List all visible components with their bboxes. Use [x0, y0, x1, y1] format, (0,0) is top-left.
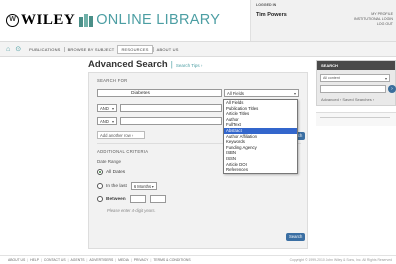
advanced-search-title: Advanced Search: [88, 59, 168, 70]
footer-media[interactable]: MEDIA: [116, 258, 131, 262]
add-another-row-button[interactable]: Add another row ›: [97, 131, 145, 139]
footer-terms[interactable]: TERMS & CONDITIONS: [151, 258, 192, 262]
radio-all-dates[interactable]: [97, 169, 103, 175]
search-scope-value: All content: [323, 76, 340, 80]
title-separator: |: [170, 60, 173, 69]
sidebar-search-links: Advanced › Saved Searches ›: [321, 97, 374, 102]
between-label: Between: [106, 196, 126, 202]
chevron-down-icon: ▾: [111, 106, 114, 111]
user-name: Tim Powers: [256, 12, 287, 18]
chevron-down-icon: ▾: [293, 91, 296, 96]
search-term-input-3[interactable]: [120, 117, 222, 125]
account-panel: LOGGED IN Tim Powers MY PROFILE INSTITUT…: [250, 0, 396, 41]
nav-publications[interactable]: PUBLICATIONS: [26, 47, 63, 52]
wiley-seal-icon: W: [6, 13, 19, 27]
operator-select-2[interactable]: AND ▾: [97, 104, 117, 112]
online-library-wordmark: ONLINE LIBRARY: [96, 12, 221, 28]
start-year-input[interactable]: [129, 195, 146, 203]
all-dates-option[interactable]: All Dates: [97, 169, 125, 175]
footer-help[interactable]: HELP: [28, 258, 41, 262]
field-dropdown-list: All Fields Publication Titles Article Ti…: [223, 99, 298, 174]
page-title: Advanced Search | Search Tips ›: [88, 59, 202, 70]
field-select-1[interactable]: All Fields ▾: [224, 89, 299, 97]
end-year-input[interactable]: [149, 195, 166, 203]
nav-browse-by-subject[interactable]: BROWSE BY SUBJECT: [63, 46, 118, 52]
operator-value: AND: [100, 119, 109, 124]
between-option[interactable]: Between: [97, 195, 166, 203]
main-nav: ⌂ ⊙ PUBLICATIONS BROWSE BY SUBJECT RESOU…: [0, 41, 396, 57]
sidebar-search-panel: SEARCH All content ▾ › Advanced › Saved …: [316, 60, 396, 106]
operator-value: AND: [100, 106, 109, 111]
wiley-wordmark: WILEY: [21, 11, 76, 28]
sidebar-search-heading: SEARCH: [317, 61, 395, 70]
footer: ABOUT US | HELP | CONTACT US | AGENTS | ADVE…: [0, 255, 396, 264]
sidebar-divider: [316, 112, 396, 126]
field-select-value: All Fields: [227, 91, 244, 96]
footer-advertisers[interactable]: ADVERTISERS: [87, 258, 115, 262]
search-term-input-2[interactable]: [120, 104, 222, 112]
search-for-heading: SEARCH FOR: [97, 78, 128, 83]
app-root: { "brand": { "seal_label": "W", "wiley_l…: [0, 0, 396, 264]
search-term-input-1[interactable]: Diabetes: [97, 89, 222, 97]
footer-contact-us[interactable]: CONTACT US: [42, 258, 68, 262]
nav-about-us[interactable]: ABOUT US: [152, 46, 182, 52]
copyright-text: Copyright © 1999-2010 John Wiley & Sons,…: [289, 258, 392, 262]
operator-select-3[interactable]: AND ▾: [97, 117, 117, 125]
search-scope-select[interactable]: All content ▾: [320, 74, 390, 82]
account-links: MY PROFILE INSTITUTIONAL LOGIN LOG OUT: [354, 12, 393, 27]
chevron-down-icon: ▾: [111, 119, 114, 124]
link-arrow: ›: [372, 97, 375, 102]
library-books-icon: [79, 13, 94, 27]
back-icon[interactable]: ⊙: [15, 46, 21, 53]
bottom-search-button[interactable]: Search: [286, 233, 306, 241]
wiley-online-library-logo[interactable]: W WILEY ONLINE LIBRARY: [6, 9, 220, 31]
chevron-down-icon: ▾: [384, 76, 387, 81]
last-period-select[interactable]: 6 Months ▾: [130, 182, 157, 190]
all-dates-label: All Dates: [106, 169, 126, 175]
home-icon[interactable]: ⌂: [6, 46, 10, 53]
footer-privacy[interactable]: PRIVACY: [132, 258, 151, 262]
chevron-down-icon: ▾: [151, 184, 154, 189]
nav-resources[interactable]: RESOURCES: [117, 44, 153, 54]
radio-between[interactable]: [97, 196, 103, 202]
footer-about-us[interactable]: ABOUT US: [6, 258, 27, 262]
saved-searches-link[interactable]: Saved Searches: [342, 97, 371, 102]
advanced-search-link[interactable]: Advanced: [321, 97, 339, 102]
in-the-last-option[interactable]: In the last 6 Months ▾: [97, 182, 157, 190]
search-go-button[interactable]: ›: [388, 85, 396, 93]
sidebar-search-input[interactable]: [320, 85, 386, 93]
additional-criteria-heading: ADDITIONAL CRITERIA: [97, 149, 149, 154]
search-tips-link[interactable]: Search Tips ›: [176, 63, 203, 68]
last-period-value: 6 Months: [133, 184, 152, 189]
log-out-link[interactable]: LOG OUT: [354, 22, 393, 27]
date-range-label: Date Range: [97, 159, 122, 164]
year-hint: Please enter 4-digit years.: [107, 208, 156, 213]
footer-agents[interactable]: AGENTS: [69, 258, 87, 262]
in-the-last-label: In the last: [106, 183, 127, 189]
dropdown-option-references[interactable]: References: [224, 167, 297, 173]
radio-in-the-last[interactable]: [97, 183, 103, 189]
login-status: LOGGED IN: [256, 3, 277, 7]
